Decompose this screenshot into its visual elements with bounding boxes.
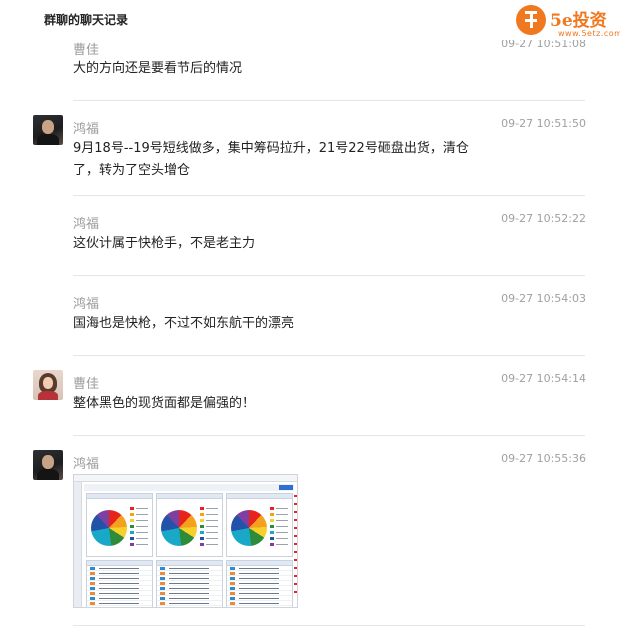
- message-divider: [73, 100, 585, 101]
- message-content: 大的方向还是要看节后的情况: [73, 61, 243, 76]
- message-divider: [73, 275, 585, 276]
- message-content: 国海也是快枪，不过不如东航干的漂亮: [73, 316, 295, 331]
- image-pie-panel: [156, 493, 223, 557]
- pie-legend: [200, 506, 222, 548]
- image-table-thumbnail: [226, 560, 293, 607]
- message-content: 整体黑色的现货面都是偏强的！: [73, 396, 256, 411]
- message-divider: [73, 625, 585, 626]
- message-divider: [73, 195, 585, 196]
- message-sender: 曹佳: [73, 43, 100, 58]
- pie-chart-thumbnail: [161, 510, 197, 546]
- page-title: 群聊的聊天记录: [44, 13, 129, 27]
- message-sender: 鸿福: [73, 457, 100, 472]
- logo-url: www.5etz.com: [558, 29, 620, 38]
- image-pie-panel: [86, 493, 153, 557]
- message-sender: 曹佳: [73, 377, 100, 392]
- message-time: 09-27 10:52:22: [501, 212, 586, 225]
- avatar[interactable]: [33, 370, 63, 400]
- attached-screenshot-image[interactable]: [73, 474, 298, 608]
- site-logo[interactable]: 5e投资 www.5etz.com: [516, 5, 620, 39]
- message-time: 09-27 10:54:03: [501, 292, 586, 305]
- image-toolbar: [84, 484, 294, 491]
- image-pie-panel: [226, 493, 293, 557]
- message-sender: 鸿福: [73, 217, 100, 232]
- pie-chart-thumbnail: [91, 510, 127, 546]
- image-sidebar: [74, 482, 82, 607]
- avatar[interactable]: [33, 450, 63, 480]
- pie-legend: [270, 506, 292, 548]
- header: 群聊的聊天记录 5e投资 www.5etz.com: [0, 0, 620, 40]
- logo-text: 5e投资: [550, 11, 607, 31]
- message-divider: [73, 435, 585, 436]
- message-divider: [73, 355, 585, 356]
- message-time: 09-27 10:55:36: [501, 452, 586, 465]
- message-time: 09-27 10:51:50: [501, 117, 586, 130]
- message-content: 这伙计属于快枪手，不是老主力: [73, 236, 256, 251]
- image-titlebar: [74, 475, 297, 482]
- message-sender: 鸿福: [73, 122, 100, 137]
- pie-legend: [130, 506, 152, 548]
- pie-chart-thumbnail: [231, 510, 267, 546]
- message-sender: 鸿福: [73, 297, 100, 312]
- image-table-thumbnail: [156, 560, 223, 607]
- avatar[interactable]: [33, 115, 63, 145]
- image-query-button: [279, 485, 293, 490]
- message-time: 09-27 10:54:14: [501, 372, 586, 385]
- image-edge-markers: [294, 495, 297, 595]
- image-table-thumbnail: [86, 560, 153, 607]
- logo-icon: [516, 5, 546, 35]
- message-content: 9月18号--19号短线做多，集中筹码拉升，21号22号砸盘出货，清仓了，转为了…: [73, 141, 469, 178]
